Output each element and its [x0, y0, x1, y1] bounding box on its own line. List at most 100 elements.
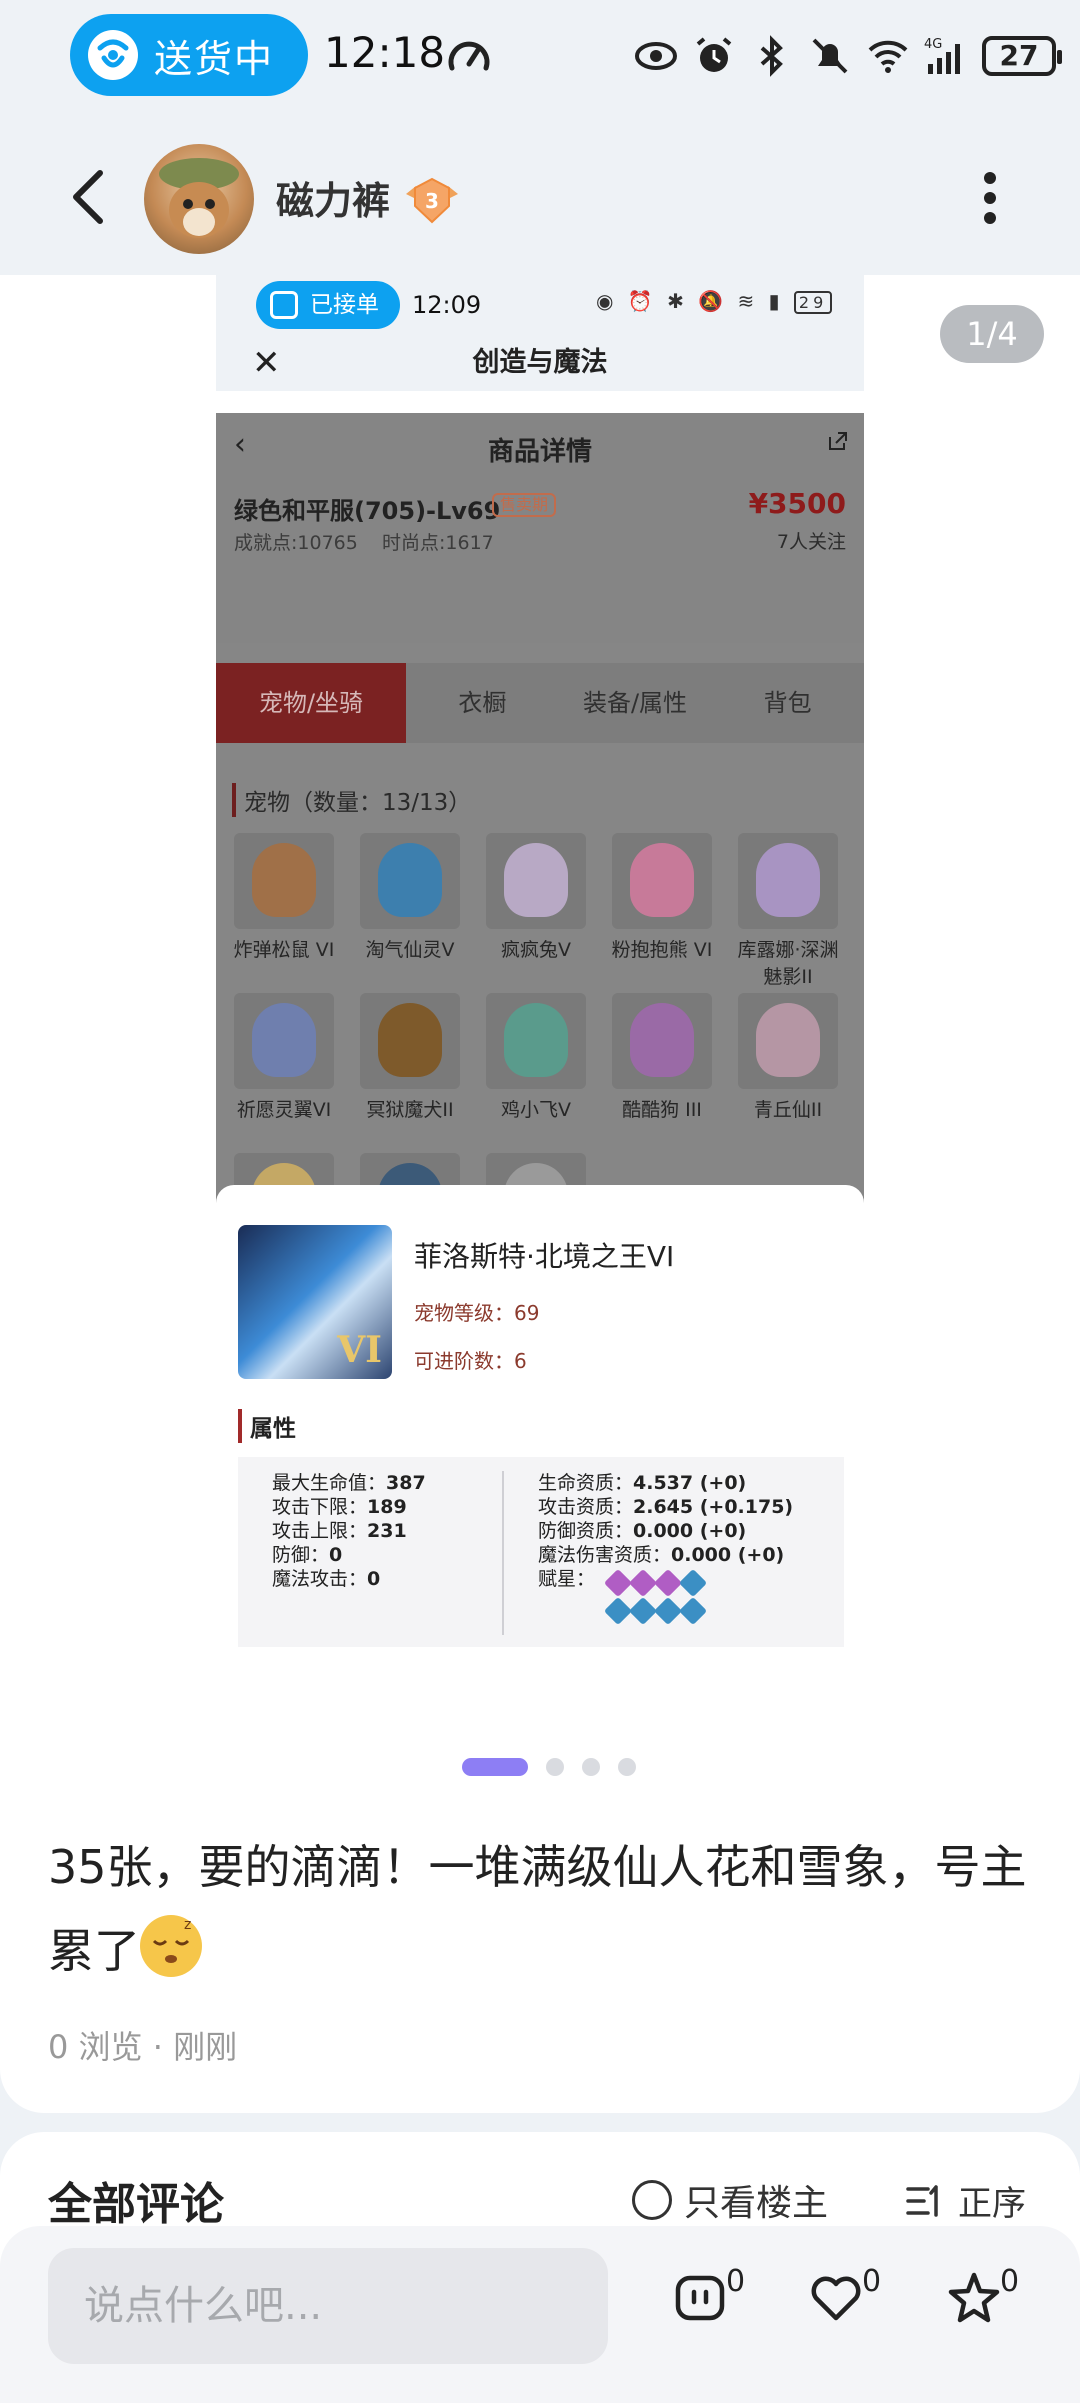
inner-clock: 12:09: [412, 291, 482, 319]
inner-close-icon: ✕: [252, 343, 281, 383]
star-gem-icon: [678, 1568, 708, 1598]
attribute-value: 0.000 (+0): [671, 1544, 785, 1566]
star-gems: [603, 1568, 728, 1629]
sort-icon: [906, 2184, 938, 2217]
inner-pet-name: 酷酷狗 III: [622, 1099, 702, 1121]
attribute-row: 最大生命值：387: [272, 1471, 426, 1495]
carousel-dot[interactable]: [618, 1758, 636, 1776]
svg-text:z: z: [184, 1917, 191, 1933]
inner-pet-figure: [504, 1003, 568, 1077]
only-op-label: 只看楼主: [684, 2183, 829, 2224]
attribute-row: 魔法攻击：0: [272, 1567, 426, 1591]
attribute-value: 0: [367, 1568, 381, 1590]
only-op-toggle[interactable]: 只看楼主: [632, 2174, 828, 2226]
more-options-icon[interactable]: [978, 168, 1002, 228]
attribute-row: 防御：0: [272, 1543, 426, 1567]
mute-bell-icon: [812, 38, 848, 74]
inner-followers: 7人关注: [776, 531, 846, 553]
inner-pet-figure: [252, 1003, 316, 1077]
post-meta: 0 浏览 · 刚刚: [48, 2022, 237, 2068]
inner-pet-image: [234, 993, 334, 1089]
sort-toggle[interactable]: 正序: [904, 2176, 1026, 2225]
inner-pet-item: 疯疯兔V: [478, 833, 594, 983]
inner-tab-equipment: 装备/属性: [582, 689, 688, 717]
sort-label: 正序: [958, 2184, 1026, 2224]
like-count: 0: [862, 2264, 882, 2299]
attribute-value: 231: [367, 1520, 407, 1542]
signal-4g-icon: 4G: [924, 37, 960, 74]
star-gem-icon: [653, 1568, 683, 1598]
inner-page-title: 商品详情: [487, 437, 592, 467]
inner-pets-section-title: 宠物（数量：13/13）: [232, 783, 471, 817]
inner-pet-name: 鸡小飞V: [501, 1099, 571, 1121]
post-image[interactable]: 已接单 12:09 ◉ ⏰ ✱ 🔕 ≋ ▮ 29 创造与魔法 ✕ ‹ 商品详情 …: [216, 275, 864, 1665]
pet-advance: 可进阶数：6: [414, 1349, 527, 1373]
like-button[interactable]: 0: [808, 2264, 888, 2340]
inner-tab-wardrobe: 衣橱: [458, 689, 507, 717]
attribute-row: 攻击上限：231: [272, 1519, 426, 1543]
attribute-row: 攻击资质：2.645 (+0.175): [538, 1495, 793, 1519]
carousel-dot[interactable]: [582, 1758, 600, 1776]
left-attributes: 最大生命值：387 攻击下限：189 攻击上限：231 防御：0 魔法攻击：0: [272, 1471, 426, 1591]
eye-icon: [635, 42, 677, 70]
view-count: 0 浏览: [48, 2028, 143, 2066]
favorite-button[interactable]: 0: [946, 2264, 1026, 2340]
carousel-dot[interactable]: [546, 1758, 564, 1776]
radio-circle-icon[interactable]: [632, 2180, 672, 2220]
attribute-value: 189: [367, 1496, 407, 1518]
attribute-value: 2.645 (+0.175): [633, 1496, 794, 1518]
inner-battery: 29: [793, 291, 833, 314]
alarm-icon: [696, 37, 732, 72]
comment-button[interactable]: 0: [672, 2264, 752, 2340]
inner-pet-figure: [630, 843, 694, 917]
pet-name: 菲洛斯特·北境之王VI: [414, 1240, 675, 1273]
inner-pet-name: 淘气仙灵V: [365, 939, 455, 961]
attribute-value: 387: [386, 1472, 426, 1494]
inner-pet-item: 冥狱魔犬II: [352, 993, 468, 1143]
star-gem-icon: [678, 1596, 708, 1626]
inner-status-icons: ◉ ⏰ ✱ 🔕 ≋ ▮ 29: [596, 289, 833, 314]
avatar-squirrel-icon: [159, 158, 239, 238]
level-number: 3: [425, 189, 439, 213]
attribute-row: 攻击下限：189: [272, 1495, 426, 1519]
inner-achievement: 成就点:10765: [234, 532, 358, 554]
inner-pet-image: [360, 833, 460, 929]
delivery-status-pill[interactable]: 送货中: [70, 14, 308, 96]
inner-pet-name: 粉抱抱熊 VI: [611, 939, 713, 961]
inner-pet-item: 青丘仙II: [730, 993, 846, 1143]
inner-pet-image: [360, 993, 460, 1089]
inner-pet-item: 酷酷狗 III: [604, 993, 720, 1143]
svg-text:4G: 4G: [924, 37, 942, 52]
attribute-row: 魔法伤害资质：0.000 (+0): [538, 1543, 793, 1567]
author-name[interactable]: 磁力裤: [276, 170, 390, 225]
battery-indicator: 27: [982, 36, 1062, 76]
carousel-dot-active[interactable]: [462, 1758, 528, 1776]
attribute-key: 攻击资质：: [538, 1496, 634, 1518]
inner-share-icon: [829, 432, 847, 450]
inner-pet-name: 库露娜·深渊魅影II: [737, 939, 839, 988]
carousel-indicator[interactable]: [462, 1758, 636, 1776]
post-text: 35张，要的滴滴！一堆满级仙人花和雪象，号主累了 z: [48, 1825, 1038, 1993]
inner-pet-item: 库露娜·深渊魅影II: [730, 833, 846, 988]
comment-input[interactable]: 说点什么吧...: [48, 2248, 608, 2364]
speed-icon: [448, 41, 490, 71]
attribute-row: 防御资质：0.000 (+0): [538, 1519, 793, 1543]
inner-order-icon: [270, 291, 298, 319]
back-arrow-icon[interactable]: [64, 165, 114, 229]
inner-product-name: 绿色和平服(705)-Lv69: [234, 497, 501, 525]
inner-pet-figure: [252, 843, 316, 917]
inner-pet-item: 炸弹松鼠 VI: [226, 833, 342, 983]
attribute-value: 4.537 (+0): [633, 1472, 747, 1494]
inner-tabs: 宠物/坐骑 衣橱 装备/属性 背包: [216, 663, 864, 743]
attribute-value: 0: [329, 1544, 343, 1566]
inner-product-stats: 成就点:10765 时尚点:1617: [234, 528, 494, 555]
inner-pet-image: [738, 993, 838, 1089]
inner-pet-figure: [378, 843, 442, 917]
comments-title: 全部评论: [48, 2179, 224, 2230]
inner-pet-item: 祈愿灵翼VI: [226, 993, 342, 1143]
level-badge-icon: 3: [406, 177, 458, 224]
author-avatar[interactable]: [144, 144, 254, 254]
inner-tab-bag: 背包: [763, 689, 812, 717]
attribute-key: 魔法伤害资质：: [538, 1544, 672, 1566]
inner-pet-figure: [630, 1003, 694, 1077]
